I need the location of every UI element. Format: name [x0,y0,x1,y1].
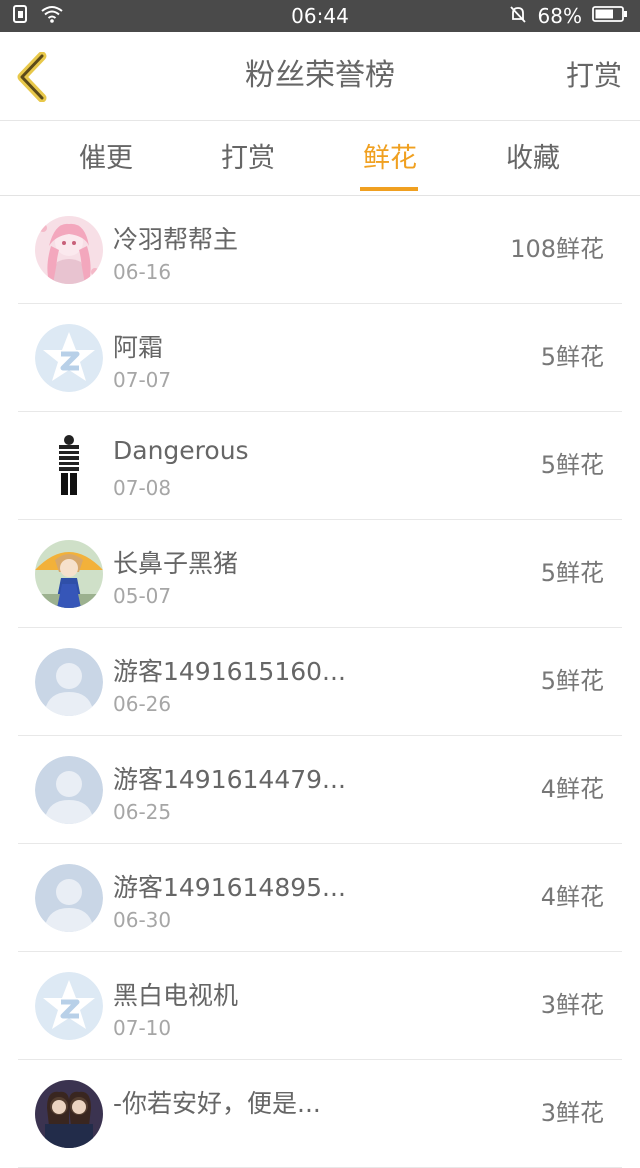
list-item[interactable]: -你若安好，便是... 3鲜花 [18,1060,622,1168]
username: 游客1491615160... [113,657,346,686]
status-left [12,4,64,29]
wifi-icon [40,4,64,28]
username: 游客1491614479... [113,765,346,794]
list-item[interactable]: 冷羽帮帮主 06-16 108鲜花 [18,196,622,304]
flower-count: 3鲜花 [540,1099,604,1127]
list-item[interactable]: 游客1491615160... 06-26 5鲜花 [18,628,622,736]
date: 06-30 [113,908,172,932]
username: 长鼻子黑猪 [113,549,239,578]
status-bar: 06:44 68% [0,0,640,32]
fan-ranking-list: 冷羽帮帮主 06-16 108鲜花 阿霜 07-07 5鲜花 Dangerous… [0,196,640,1168]
date: 06-25 [113,800,172,824]
username: 游客1491614895... [113,873,346,902]
date: 07-10 [113,1016,172,1040]
tab-favorites[interactable]: 收藏 [473,121,593,195]
date: 07-08 [113,476,172,500]
list-item[interactable]: 长鼻子黑猪 05-07 5鲜花 [18,520,622,628]
avatar [35,648,103,716]
flower-count: 5鲜花 [540,559,604,587]
username: 黑白电视机 [113,981,239,1010]
flower-count: 3鲜花 [540,991,604,1019]
tab-flowers[interactable]: 鲜花 [330,121,450,195]
list-item[interactable]: 阿霜 07-07 5鲜花 [18,304,622,412]
flower-count: 5鲜花 [540,343,604,371]
chevron-left-icon [17,51,47,103]
avatar [35,324,103,392]
flower-count: 5鲜花 [540,667,604,695]
username: -你若安好，便是... [113,1089,321,1118]
avatar [35,216,103,284]
active-tab-indicator [360,187,418,191]
avatar [35,540,103,608]
list-item[interactable]: 游客1491614895... 06-30 4鲜花 [18,844,622,952]
username: Dangerous [113,436,249,465]
bell-muted-icon [508,4,528,29]
avatar [35,972,103,1040]
flower-count: 4鲜花 [540,775,604,803]
list-item[interactable]: Dangerous 07-08 5鲜花 [18,412,622,520]
sim-icon [12,4,30,29]
battery-percent: 68% [537,4,582,28]
back-button[interactable] [14,51,54,103]
status-right: 68% [508,4,628,29]
list-item[interactable]: 黑白电视机 07-10 3鲜花 [18,952,622,1060]
username: 阿霜 [113,333,164,362]
page-title: 粉丝荣誉榜 [245,58,395,93]
tab-bar: 催更 打赏 鲜花 收藏 [0,121,640,196]
date: 07-07 [113,368,172,392]
date: 06-26 [113,692,172,716]
tip-button[interactable]: 打赏 [566,32,622,120]
username: 冷羽帮帮主 [113,225,239,254]
flower-count: 5鲜花 [540,451,604,479]
date: 06-16 [113,260,172,284]
date: 05-07 [113,584,172,608]
avatar [35,864,103,932]
tab-urge[interactable]: 催更 [46,121,166,195]
flower-count: 4鲜花 [540,883,604,911]
tab-flowers-label: 鲜花 [363,143,417,174]
avatar [35,756,103,824]
battery-icon [592,4,628,28]
header-bar: 粉丝荣誉榜 打赏 [0,32,640,121]
avatar [35,432,103,500]
tab-tip[interactable]: 打赏 [188,121,308,195]
flower-count: 108鲜花 [510,235,604,263]
list-item[interactable]: 游客1491614479... 06-25 4鲜花 [18,736,622,844]
